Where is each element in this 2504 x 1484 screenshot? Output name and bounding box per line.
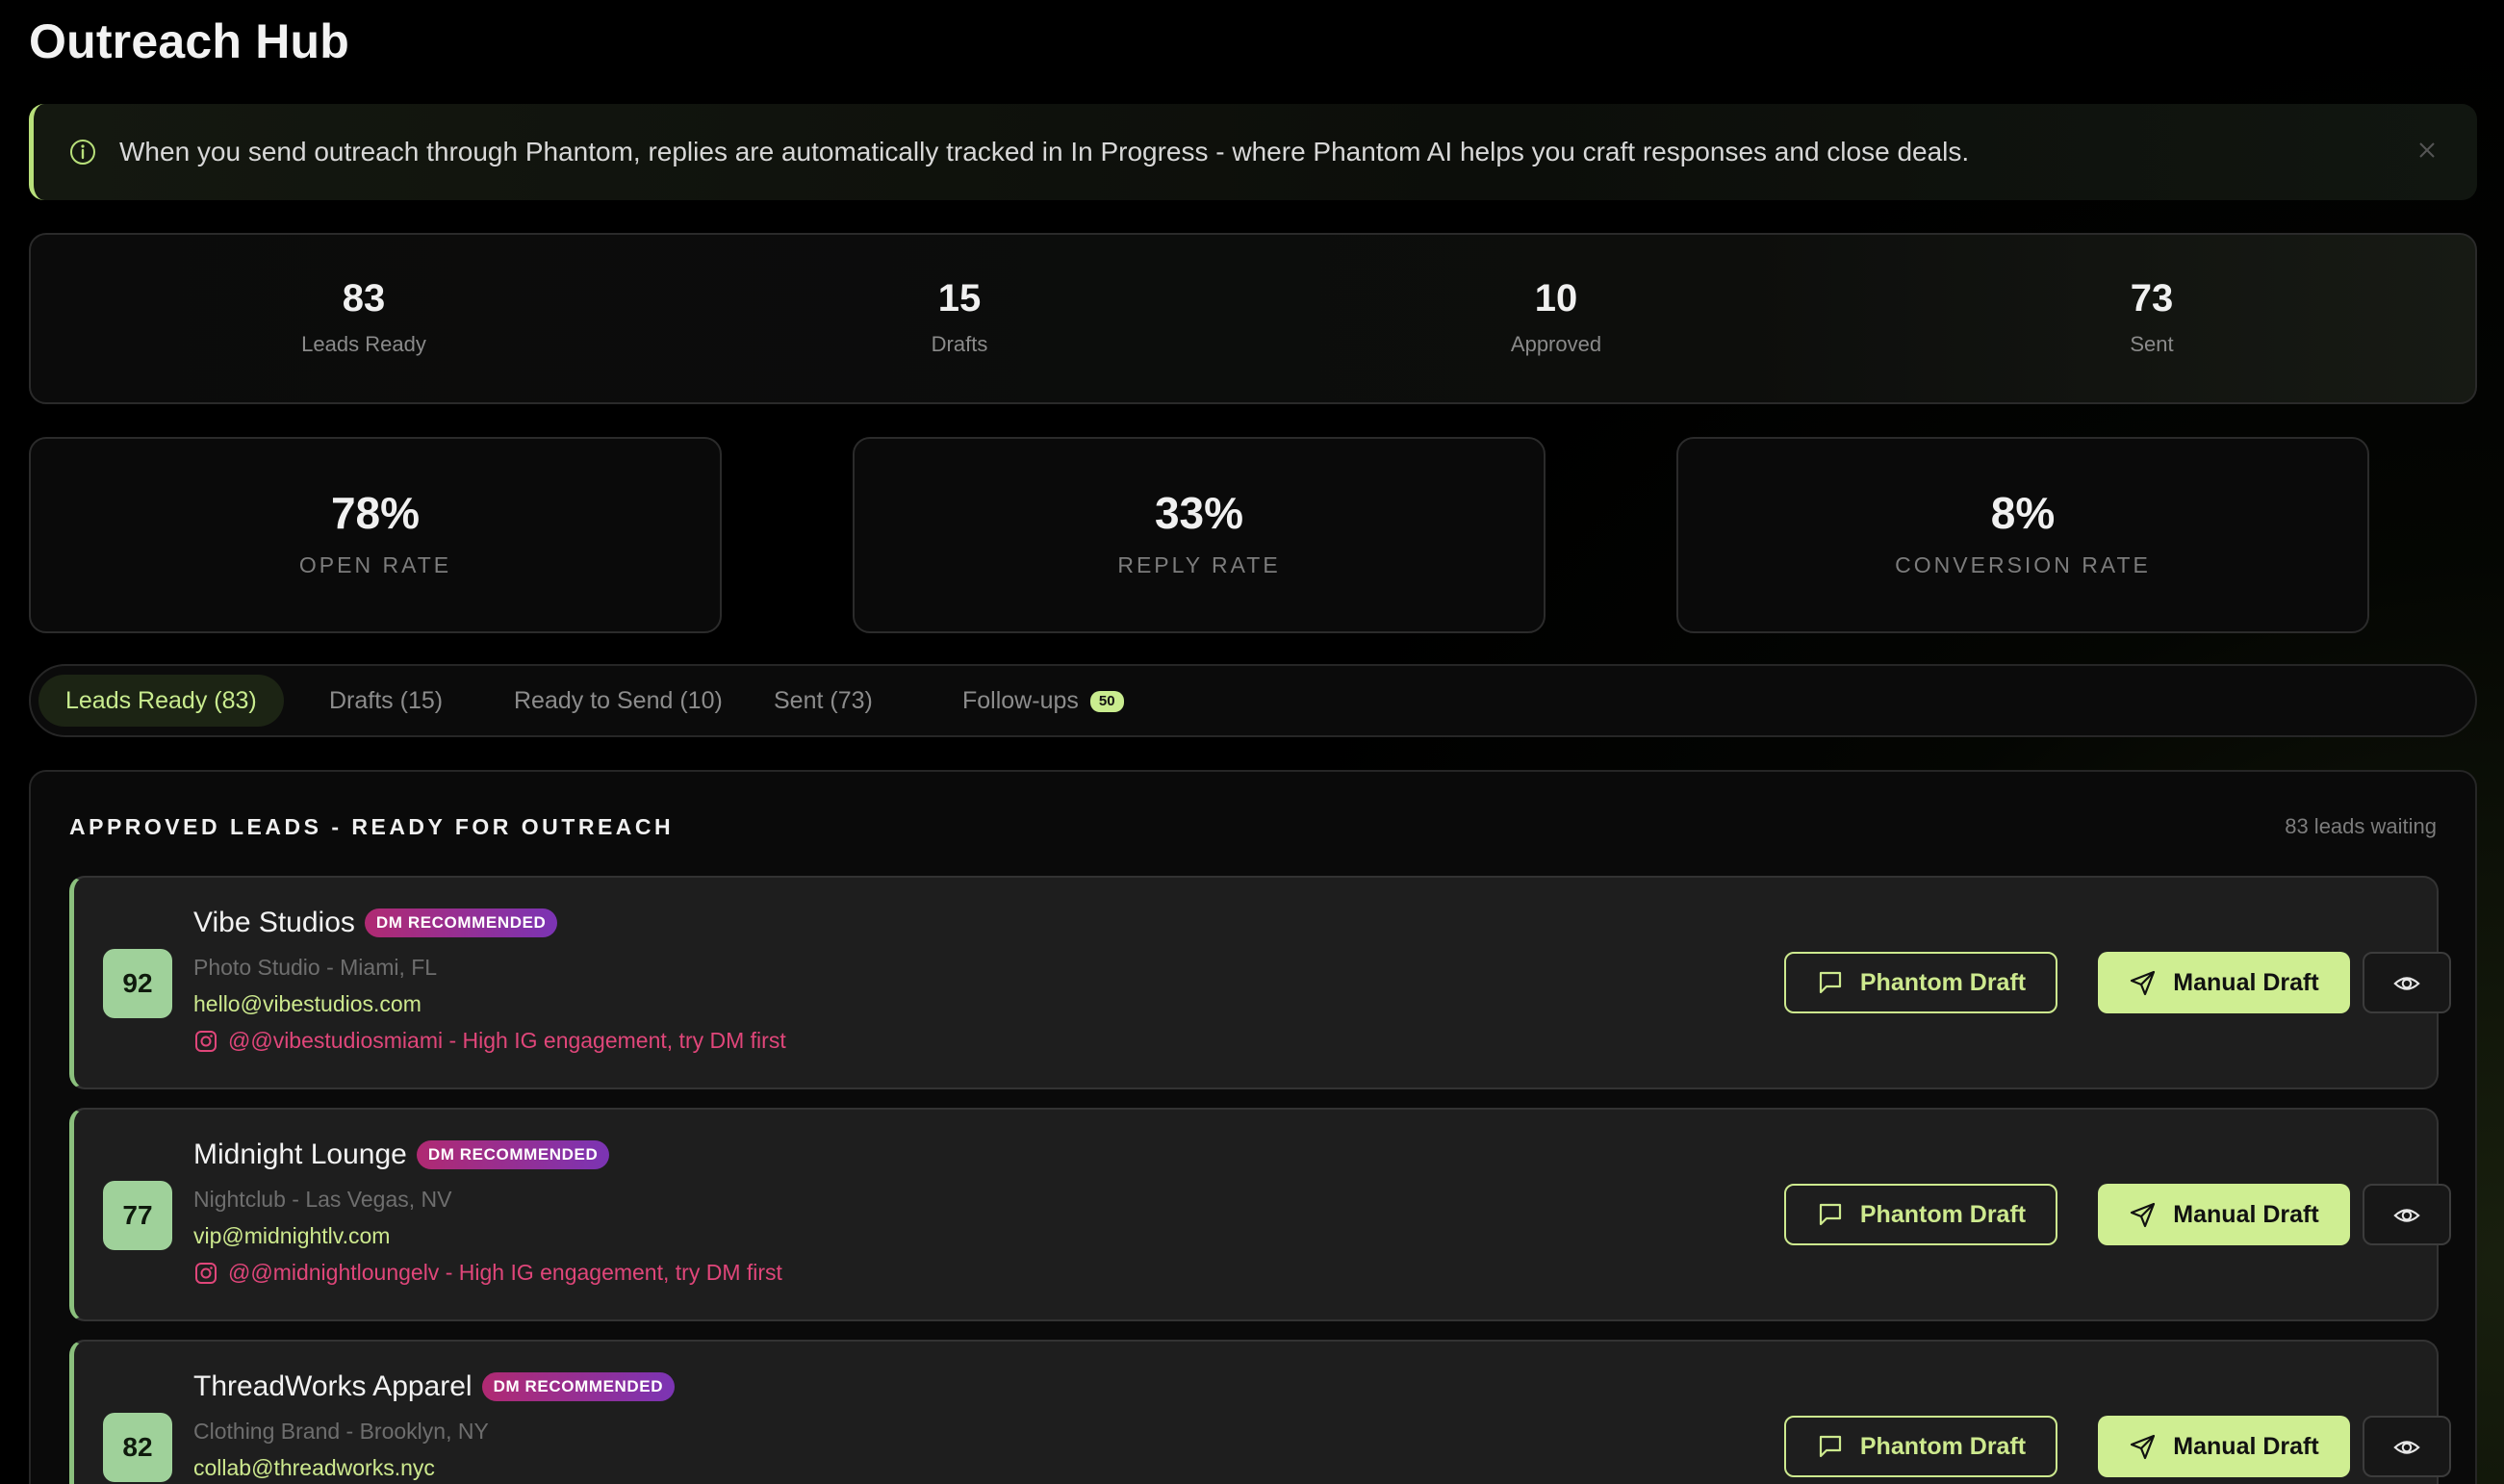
approved-leads-section: APPROVED LEADS - READY FOR OUTREACH 83 l… xyxy=(29,770,2477,1484)
rate-label: OPEN RATE xyxy=(298,552,452,577)
info-banner-text: When you send outreach through Phantom, … xyxy=(119,137,1970,166)
stat-value: 15 xyxy=(937,277,982,320)
button-label: Manual Draft xyxy=(2173,968,2319,996)
rate-value: 78% xyxy=(330,488,421,538)
lead-category: Photo Studio - Miami, FL xyxy=(193,955,438,980)
lead-name-row: ThreadWorks Apparel DM RECOMMENDED xyxy=(193,1370,676,1403)
manual-draft-button[interactable]: Manual Draft xyxy=(2098,1416,2350,1477)
message-square-icon xyxy=(1816,1200,1845,1229)
rate-value: 8% xyxy=(1990,488,2056,538)
message-square-icon xyxy=(1816,1432,1845,1461)
lead-category: Nightclub - Las Vegas, NV xyxy=(193,1187,452,1212)
stat-approved: 10 Approved xyxy=(1412,277,1700,357)
view-lead-button[interactable] xyxy=(2363,1184,2451,1245)
tab-follow-ups[interactable]: Follow-ups 50 xyxy=(935,675,1151,727)
send-icon xyxy=(2129,1432,2158,1461)
rate-label: REPLY RATE xyxy=(1117,552,1281,577)
stat-drafts: 15 Drafts xyxy=(815,277,1104,357)
lead-card: 77 Midnight Lounge DM RECOMMENDED Nightc… xyxy=(69,1108,2451,1321)
lead-card: 82 ThreadWorks Apparel DM RECOMMENDED Cl… xyxy=(69,1340,2451,1484)
lead-category: Clothing Brand - Brooklyn, NY xyxy=(193,1419,489,1444)
eye-icon xyxy=(2392,1432,2421,1461)
lead-score: 77 xyxy=(103,1181,172,1250)
lead-name: Midnight Lounge xyxy=(193,1139,407,1170)
section-title: APPROVED LEADS - READY FOR OUTREACH xyxy=(69,814,675,839)
tab-sent[interactable]: Sent (73) xyxy=(747,675,900,727)
leads-waiting-count: 83 leads waiting xyxy=(2285,814,2437,838)
button-label: Phantom Draft xyxy=(1859,1200,2027,1228)
phantom-draft-button[interactable]: Phantom Draft xyxy=(1784,952,2057,1013)
conversion-rate-card: 8% CONVERSION RATE xyxy=(1676,437,2369,633)
button-label: Phantom Draft xyxy=(1859,1432,2027,1460)
dm-recommended-badge: DM RECOMMENDED xyxy=(416,1140,610,1169)
lead-email[interactable]: collab@threadworks.nyc xyxy=(193,1455,435,1481)
lead-score: 82 xyxy=(103,1413,172,1482)
button-label: Manual Draft xyxy=(2173,1200,2319,1228)
instagram-icon xyxy=(193,1261,218,1286)
info-icon xyxy=(67,137,98,167)
stat-label: Drafts xyxy=(931,332,988,356)
stat-sent: 73 Sent xyxy=(2007,277,2296,357)
button-label: Phantom Draft xyxy=(1859,968,2027,996)
instagram-icon xyxy=(193,1029,218,1054)
stat-value: 73 xyxy=(2130,277,2174,320)
lead-score: 92 xyxy=(103,949,172,1018)
phantom-draft-button[interactable]: Phantom Draft xyxy=(1784,1416,2057,1477)
close-icon[interactable] xyxy=(2414,137,2440,164)
stat-label: Leads Ready xyxy=(301,332,426,356)
tab-drafts[interactable]: Drafts (15) xyxy=(302,675,470,727)
eye-icon xyxy=(2392,1200,2421,1229)
open-rate-card: 78% OPEN RATE xyxy=(29,437,722,633)
eye-icon xyxy=(2392,968,2421,997)
lead-email[interactable]: vip@midnightlv.com xyxy=(193,1223,390,1249)
reply-rate-card: 33% REPLY RATE xyxy=(853,437,1546,633)
lead-instagram[interactable]: @@midnightloungelv - High IG engagement,… xyxy=(193,1260,782,1286)
tab-label: Follow-ups xyxy=(962,687,1079,714)
button-label: Manual Draft xyxy=(2173,1432,2319,1460)
lead-name-row: Midnight Lounge DM RECOMMENDED xyxy=(193,1139,610,1171)
dm-recommended-badge: DM RECOMMENDED xyxy=(481,1372,676,1401)
instagram-handle: @@vibestudiosmiami - High IG engagement,… xyxy=(228,1028,786,1053)
lead-name-row: Vibe Studios DM RECOMMENDED xyxy=(193,907,558,939)
follow-ups-count-badge: 50 xyxy=(1089,691,1124,713)
stats-bar: 83 Leads Ready 15 Drafts 10 Approved 73 … xyxy=(29,233,2477,404)
instagram-handle: @@midnightloungelv - High IG engagement,… xyxy=(228,1260,782,1285)
tab-bar: Leads Ready (83) Drafts (15) Ready to Se… xyxy=(29,664,2477,737)
lead-instagram[interactable]: @@vibestudiosmiami - High IG engagement,… xyxy=(193,1028,786,1054)
lead-name: ThreadWorks Apparel xyxy=(193,1370,473,1402)
stat-value: 10 xyxy=(1534,277,1578,320)
info-banner: When you send outreach through Phantom, … xyxy=(29,104,2477,200)
send-icon xyxy=(2129,968,2158,997)
manual-draft-button[interactable]: Manual Draft xyxy=(2098,1184,2350,1245)
view-lead-button[interactable] xyxy=(2363,952,2451,1013)
rate-label: CONVERSION RATE xyxy=(1895,552,2151,577)
send-icon xyxy=(2129,1200,2158,1229)
lead-card: 92 Vibe Studios DM RECOMMENDED Photo Stu… xyxy=(69,876,2451,1089)
message-square-icon xyxy=(1816,968,1845,997)
stat-value: 83 xyxy=(342,277,386,320)
dm-recommended-badge: DM RECOMMENDED xyxy=(364,908,558,937)
manual-draft-button[interactable]: Manual Draft xyxy=(2098,952,2350,1013)
tab-ready-to-send[interactable]: Ready to Send (10) xyxy=(487,675,750,727)
lead-name: Vibe Studios xyxy=(193,907,355,938)
rate-value: 33% xyxy=(1154,488,1244,538)
stat-label: Approved xyxy=(1510,332,1602,356)
page-title: Outreach Hub xyxy=(29,14,349,68)
view-lead-button[interactable] xyxy=(2363,1416,2451,1477)
stat-label: Sent xyxy=(2130,332,2174,356)
phantom-draft-button[interactable]: Phantom Draft xyxy=(1784,1184,2057,1245)
stat-leads-ready: 83 Leads Ready xyxy=(219,277,508,357)
lead-email[interactable]: hello@vibestudios.com xyxy=(193,991,422,1017)
tab-leads-ready[interactable]: Leads Ready (83) xyxy=(38,675,284,727)
